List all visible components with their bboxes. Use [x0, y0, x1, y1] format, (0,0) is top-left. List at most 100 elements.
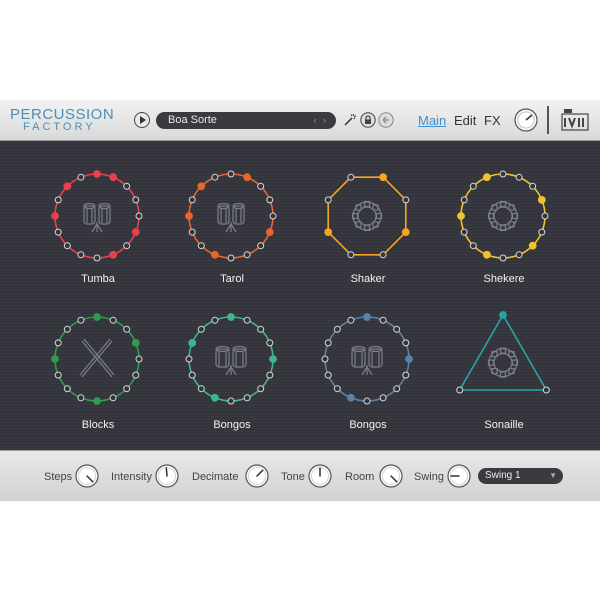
decimate-knob[interactable] [245, 464, 269, 488]
step-dot[interactable] [528, 241, 537, 250]
step-dot[interactable] [132, 196, 140, 204]
step-dot[interactable] [269, 212, 277, 220]
step-dot[interactable] [77, 173, 85, 181]
step-dot[interactable] [51, 355, 59, 363]
step-dot[interactable] [333, 325, 341, 333]
step-dot[interactable] [132, 371, 140, 379]
step-dot[interactable] [77, 316, 85, 324]
step-dot[interactable] [499, 254, 507, 262]
step-dot[interactable] [324, 339, 332, 347]
step-dot[interactable] [77, 251, 85, 259]
step-dot[interactable] [541, 212, 549, 220]
play-button[interactable] [134, 112, 150, 128]
step-dot[interactable] [188, 371, 196, 379]
step-dot[interactable] [347, 316, 355, 324]
step-dot[interactable] [227, 170, 235, 178]
step-dot[interactable] [483, 173, 491, 182]
step-dot[interactable] [93, 170, 101, 178]
preset-arrows-icon[interactable]: ‹ › [314, 112, 329, 129]
step-dot[interactable] [243, 394, 251, 402]
step-dot[interactable] [379, 251, 387, 259]
step-dot[interactable] [188, 339, 197, 347]
step-dot[interactable] [499, 170, 507, 178]
step-dot[interactable] [77, 394, 85, 402]
step-dot[interactable] [542, 386, 550, 394]
step-dot[interactable] [257, 242, 265, 250]
step-dot[interactable] [457, 212, 465, 220]
step-dot[interactable] [379, 394, 387, 402]
pad-shekere[interactable] [457, 170, 549, 262]
lock-icon[interactable] [360, 112, 376, 128]
step-dot[interactable] [185, 355, 193, 363]
step-dot[interactable] [63, 182, 72, 191]
step-dot[interactable] [402, 339, 410, 347]
step-dot[interactable] [54, 339, 62, 347]
step-dot[interactable] [63, 325, 71, 333]
step-dot[interactable] [515, 251, 523, 259]
step-dot[interactable] [333, 385, 341, 393]
preset-selector[interactable]: Boa Sorte ‹ › [156, 112, 336, 129]
pad-bongos-2[interactable] [321, 313, 413, 405]
step-dot[interactable] [266, 339, 274, 347]
step-dot[interactable] [211, 393, 219, 402]
step-dot[interactable] [93, 313, 101, 321]
step-dot[interactable] [499, 311, 507, 319]
swing-dropdown[interactable]: Swing 1 ▼ [478, 468, 563, 484]
step-dot[interactable] [402, 196, 410, 204]
step-dot[interactable] [197, 182, 206, 191]
step-dot[interactable] [243, 251, 251, 259]
pad-tumba[interactable] [51, 170, 143, 262]
step-dot[interactable] [131, 339, 140, 347]
step-dot[interactable] [197, 242, 205, 250]
step-dot[interactable] [266, 371, 274, 379]
step-dot[interactable] [109, 250, 117, 259]
step-dot[interactable] [324, 228, 333, 236]
step-dot[interactable] [537, 196, 546, 204]
step-dot[interactable] [63, 242, 71, 250]
step-dot[interactable] [460, 228, 468, 236]
step-dot[interactable] [529, 182, 537, 190]
room-knob[interactable] [379, 464, 403, 488]
pad-shaker[interactable] [324, 173, 410, 259]
step-dot[interactable] [109, 173, 117, 182]
step-dot[interactable] [211, 250, 219, 259]
step-dot[interactable] [379, 173, 388, 182]
step-dot[interactable] [538, 228, 546, 236]
step-dot[interactable] [257, 182, 265, 190]
step-dot[interactable] [469, 242, 477, 250]
swing-knob[interactable] [447, 464, 471, 488]
step-dot[interactable] [211, 316, 219, 324]
step-dot[interactable] [363, 313, 371, 321]
step-dot[interactable] [266, 196, 274, 204]
pad-bongos-1[interactable] [185, 313, 277, 405]
step-dot[interactable] [515, 173, 523, 181]
step-dot[interactable] [185, 212, 193, 220]
step-dot[interactable] [51, 212, 59, 220]
step-dot[interactable] [363, 397, 371, 405]
step-dot[interactable] [188, 228, 196, 236]
step-dot[interactable] [393, 325, 401, 333]
step-dot[interactable] [227, 313, 235, 321]
tone-knob[interactable] [308, 464, 332, 488]
step-dot[interactable] [93, 397, 101, 405]
step-dot[interactable] [347, 173, 355, 181]
tab-edit[interactable]: Edit [454, 113, 476, 128]
step-dot[interactable] [405, 355, 413, 363]
tab-main[interactable]: Main [418, 113, 446, 128]
step-dot[interactable] [54, 228, 62, 236]
step-dot[interactable] [243, 173, 252, 182]
step-dot[interactable] [197, 385, 205, 393]
pad-tarol[interactable] [185, 170, 277, 262]
step-dot[interactable] [54, 196, 62, 204]
step-dot[interactable] [135, 355, 143, 363]
step-dot[interactable] [243, 316, 251, 324]
pad-blocks[interactable] [51, 313, 143, 405]
pad-sonaille[interactable] [456, 311, 550, 394]
step-dot[interactable] [123, 385, 131, 393]
master-volume-knob[interactable] [514, 108, 538, 132]
magic-wand-icon[interactable] [342, 112, 358, 128]
step-dot[interactable] [257, 325, 265, 333]
step-dot[interactable] [347, 251, 355, 259]
step-dot[interactable] [379, 316, 387, 324]
step-dot[interactable] [227, 397, 235, 405]
